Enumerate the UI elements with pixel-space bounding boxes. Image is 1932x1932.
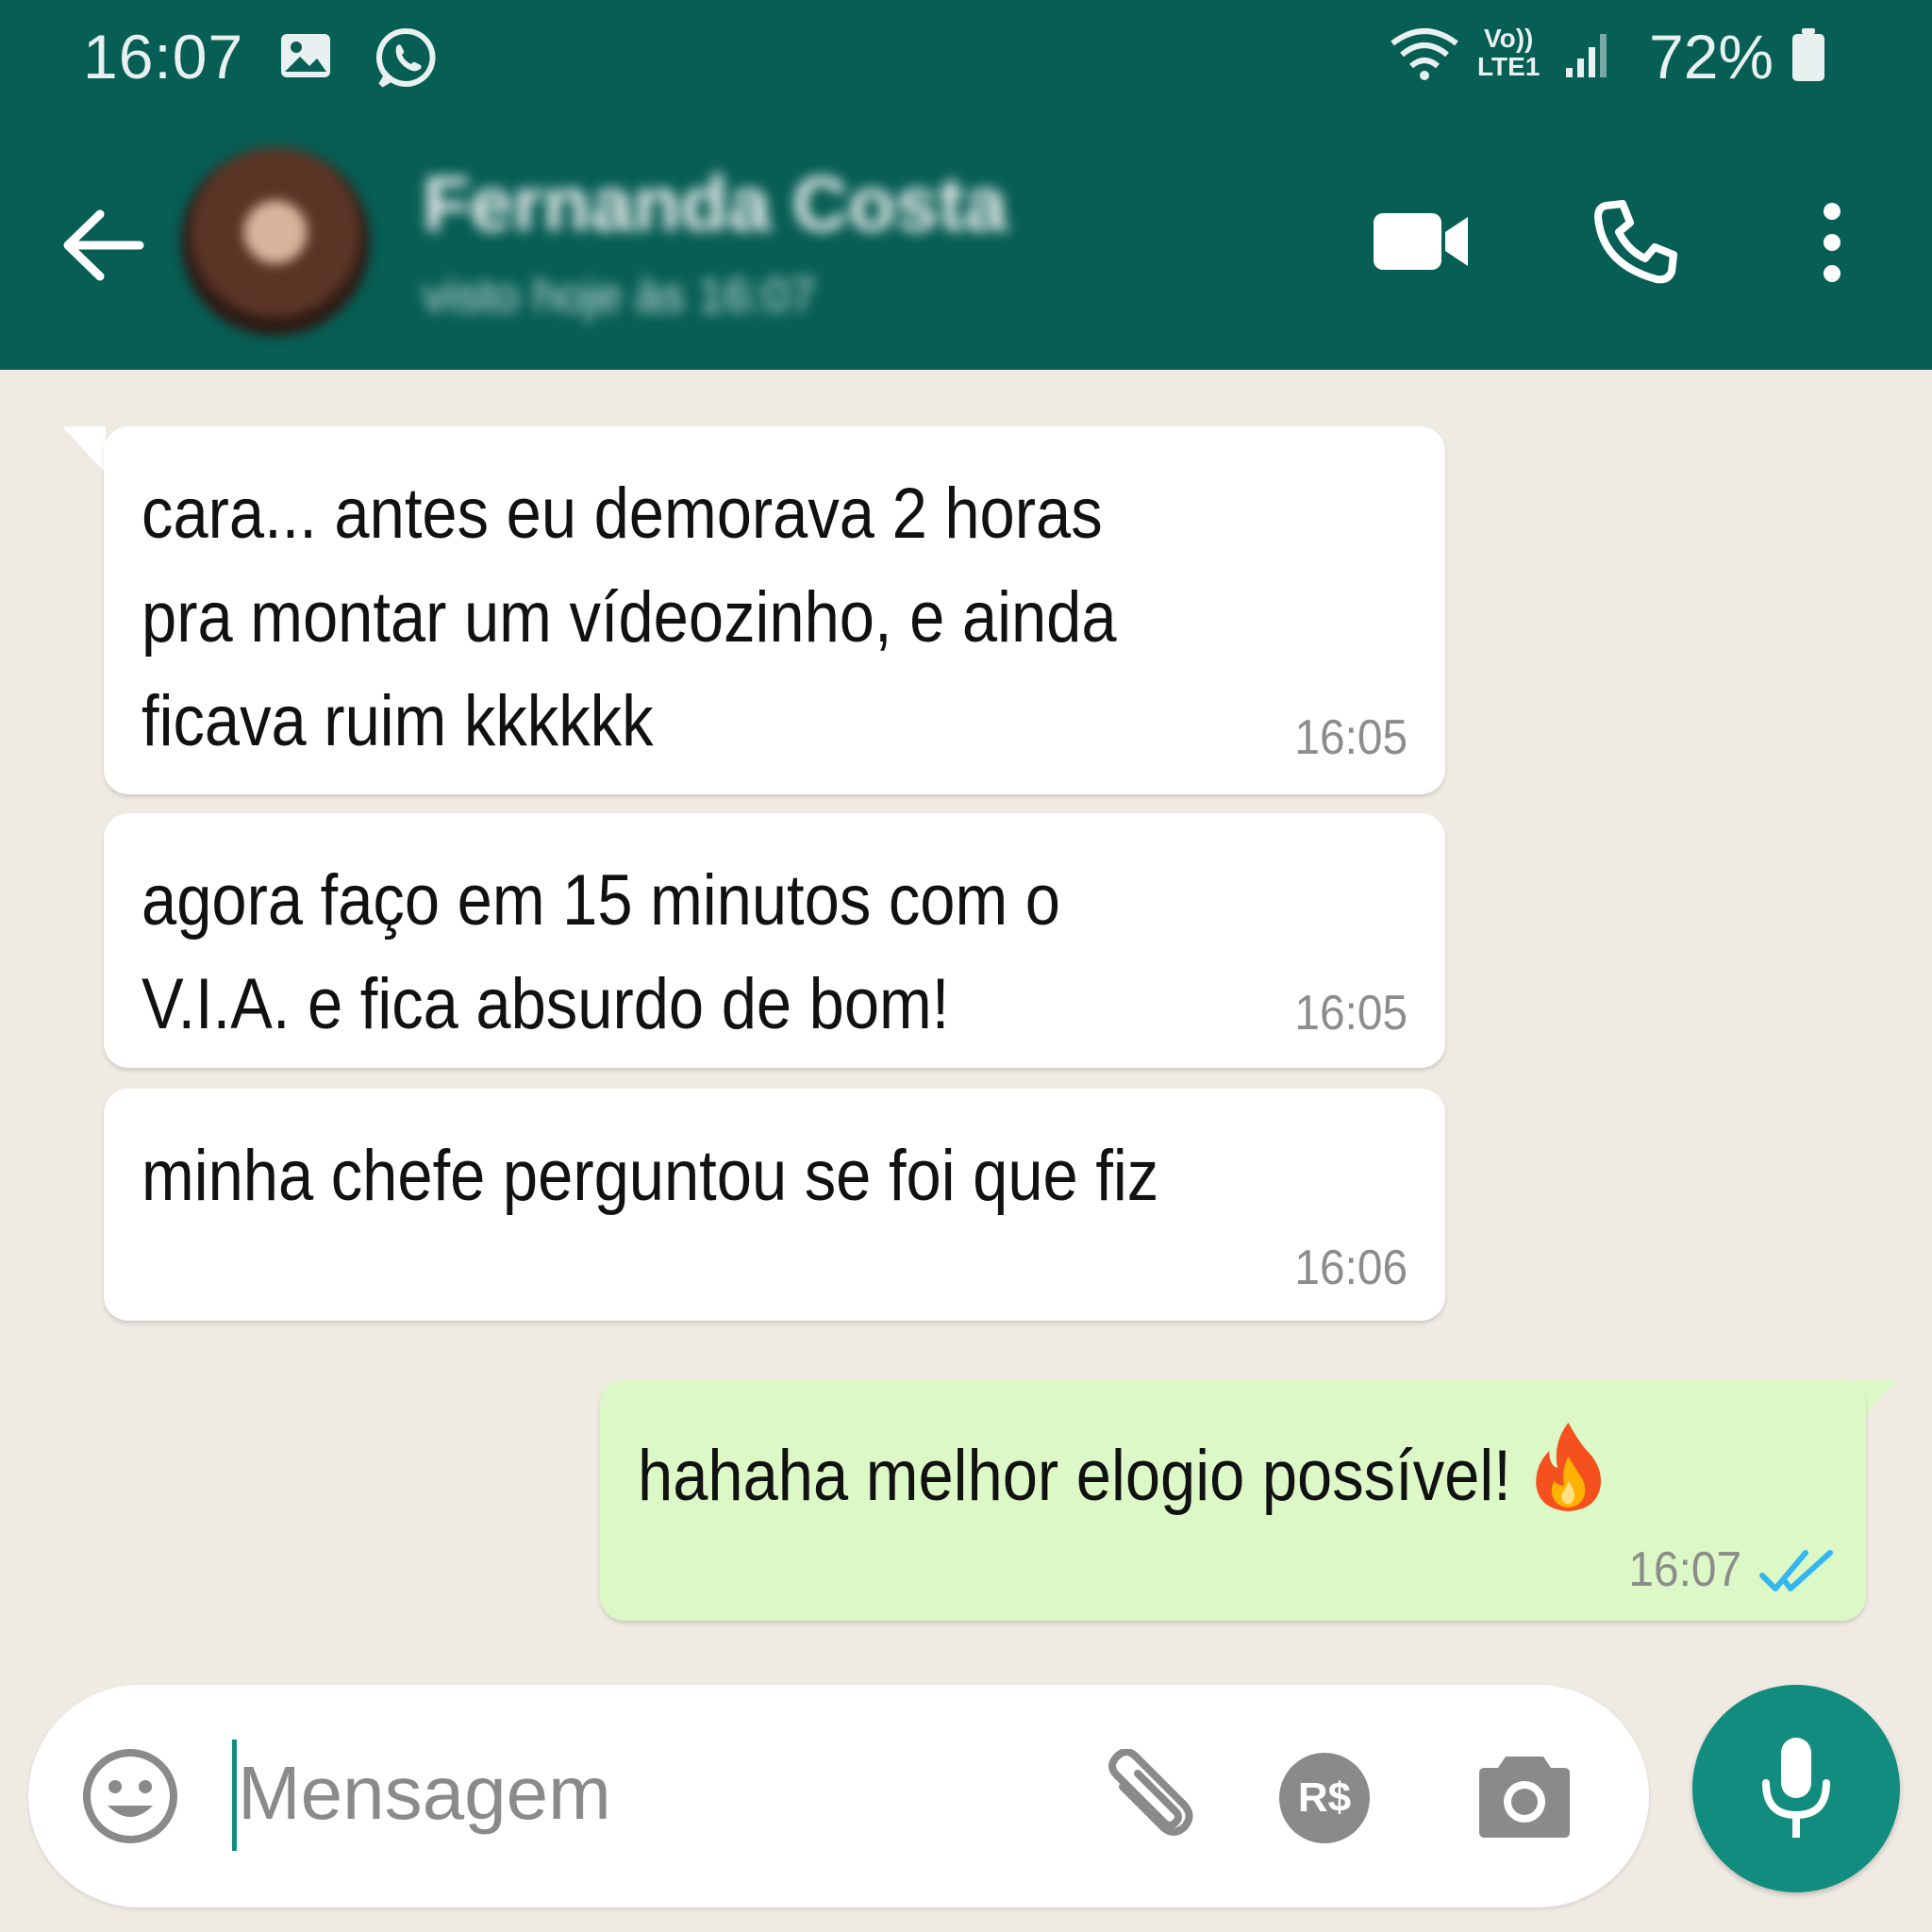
incoming-message[interactable]: agora faço em 15 minutos com o V.I.A. e … — [104, 813, 1445, 1068]
incoming-message[interactable]: minha chefe perguntou se foi que fiz 16:… — [104, 1089, 1445, 1321]
emoji-icon[interactable] — [81, 1747, 179, 1845]
network-type: Vo)) LTE1 — [1477, 25, 1540, 81]
text-cursor — [232, 1740, 237, 1851]
contact-name[interactable]: Fernanda Costa — [423, 160, 1008, 249]
back-arrow-icon[interactable] — [57, 203, 151, 288]
bubble-tail — [62, 426, 106, 474]
outgoing-message[interactable]: hahaha melhor elogio possível! 16:07 — [600, 1379, 1866, 1621]
signal-icon — [1566, 34, 1607, 77]
chat-header: Fernanda Costa visto hoje às 16:07 — [0, 113, 1932, 370]
status-bar: 16:07 Vo)) LTE1 72% — [0, 0, 1932, 113]
message-time: 16:07 — [1628, 1542, 1741, 1597]
fire-icon — [1536, 1423, 1602, 1511]
pix-payment-icon[interactable]: R$ — [1279, 1753, 1370, 1843]
read-receipt-icon — [1759, 1550, 1833, 1591]
network-type-bottom: LTE1 — [1477, 52, 1541, 81]
network-type-top: Vo)) — [1484, 24, 1534, 53]
message-text: hahaha melhor elogio possível! — [638, 1419, 1606, 1528]
message-time: 16:06 — [1294, 1241, 1407, 1295]
phone-call-icon[interactable] — [1592, 198, 1679, 285]
message-time: 16:05 — [1294, 710, 1407, 765]
camera-icon[interactable] — [1475, 1747, 1574, 1841]
whatsapp-icon — [375, 27, 436, 88]
voice-message-button[interactable] — [1692, 1685, 1900, 1892]
message-input[interactable] — [238, 1732, 804, 1855]
image-icon — [281, 34, 330, 77]
microphone-icon — [1762, 1738, 1830, 1838]
incoming-message[interactable]: cara... antes eu demorava 2 horas pra mo… — [104, 426, 1445, 794]
message-text-content: hahaha melhor elogio possível! — [638, 1436, 1511, 1516]
more-options-icon[interactable] — [1813, 200, 1851, 285]
battery-icon — [1792, 28, 1824, 81]
wifi-icon — [1391, 28, 1458, 80]
status-time: 16:07 — [83, 22, 244, 92]
battery-percentage: 72% — [1649, 22, 1774, 92]
attach-icon[interactable] — [1094, 1749, 1198, 1853]
contact-last-seen: visto hoje às 16:07 — [423, 269, 816, 322]
message-text: minha chefe perguntou se foi que fiz — [142, 1136, 1159, 1216]
video-call-icon[interactable] — [1370, 204, 1474, 279]
message-text: cara... antes eu demorava 2 horas pra mo… — [142, 474, 1117, 761]
message-text: agora faço em 15 minutos com o V.I.A. e … — [142, 860, 1060, 1044]
message-time: 16:05 — [1294, 986, 1407, 1041]
message-composer: R$ — [28, 1685, 1649, 1907]
contact-avatar[interactable] — [181, 147, 370, 336]
